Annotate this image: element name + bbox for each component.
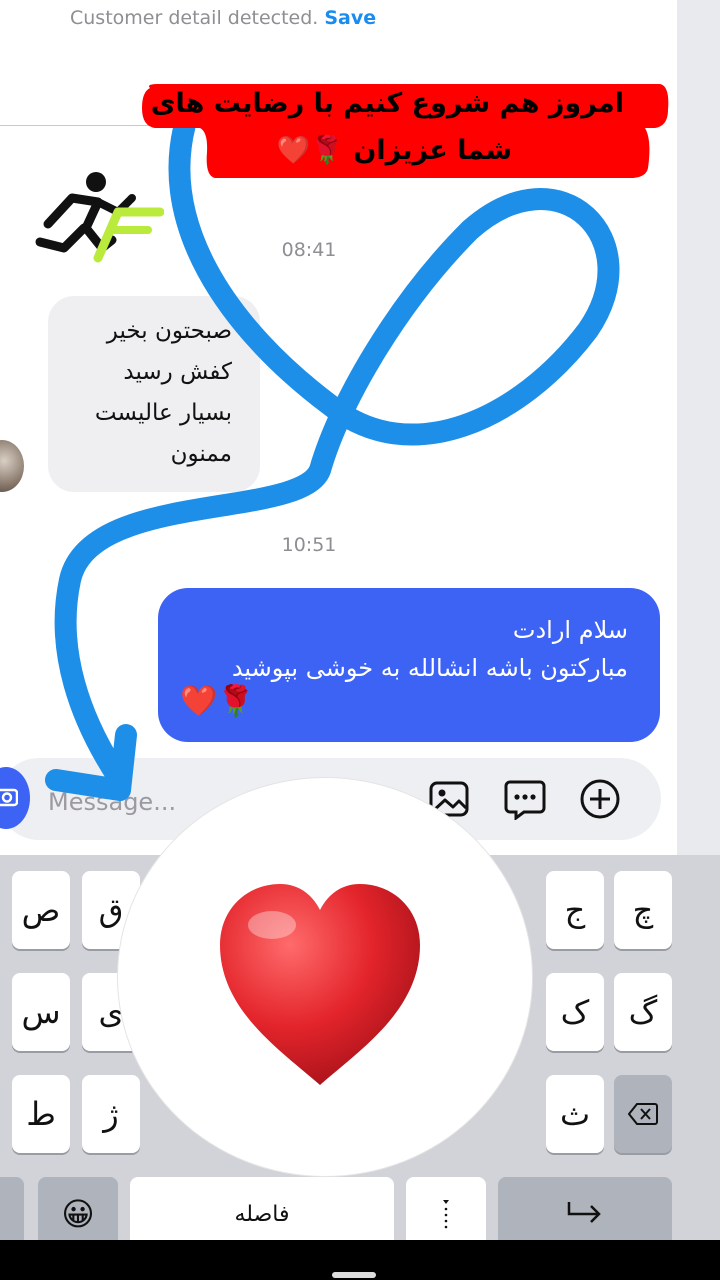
rose-heart-emoji: 🌹❤️ [276,135,344,166]
banner-line-2: شما عزیزان 🌹❤️ [277,134,512,166]
banner-line-1: امروز هم شروع کنیم با رضایت های [150,88,624,119]
home-indicator [332,1272,376,1278]
chat-screen: Customer detail detected. Save 08:41 صبحت… [0,0,720,1240]
promo-banner: امروز هم شروع کنیم با رضایت های شما عزیز… [142,84,670,178]
runner-logo [35,172,164,263]
banner-line-2-text: شما عزیزان [353,135,512,166]
